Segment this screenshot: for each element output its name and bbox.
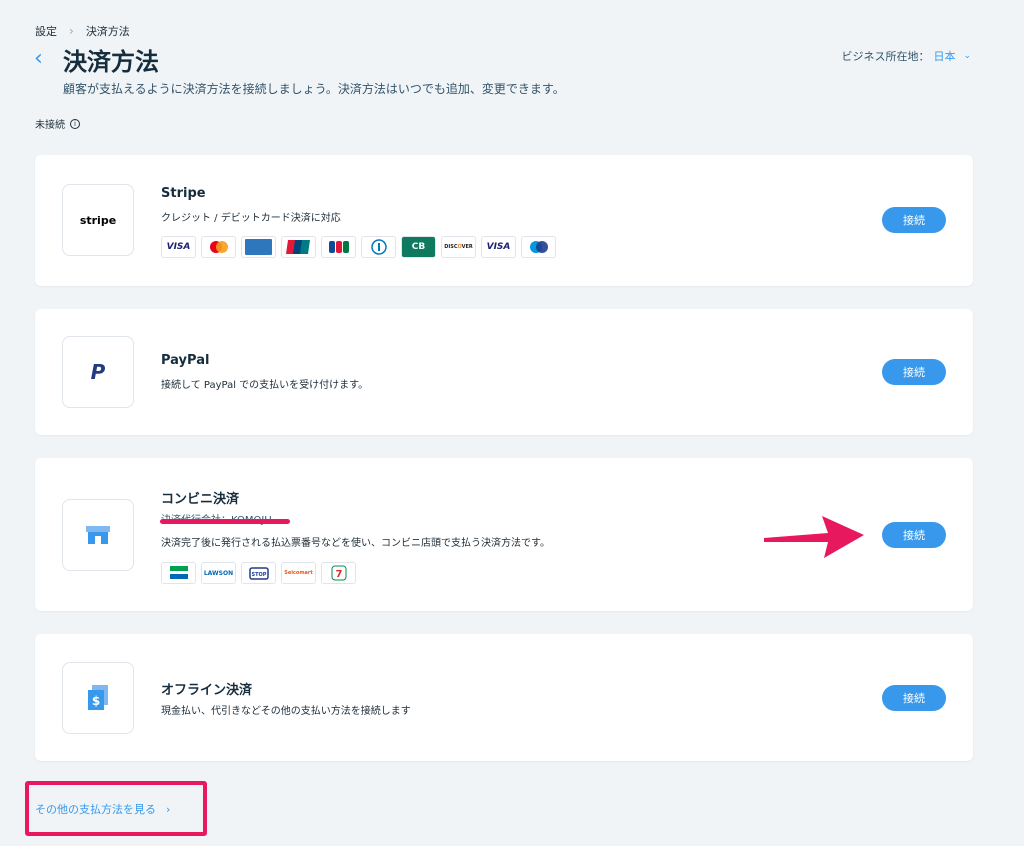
convenience-store-logo xyxy=(62,499,134,571)
provider-description: クレジット / デビットカード決済に対応 xyxy=(161,213,341,224)
connect-button-paypal[interactable]: 接続 xyxy=(882,359,946,385)
store-icon xyxy=(86,526,110,544)
location-label: ビジネス所在地： xyxy=(841,50,930,63)
connect-button-konbini[interactable]: 接続 xyxy=(882,522,946,548)
provider-card-paypal: P PayPal 接続して PayPal での支払いを受け付けます。 接続 xyxy=(35,309,973,435)
connect-button-stripe[interactable]: 接続 xyxy=(882,207,946,233)
mastercard-icon xyxy=(201,236,236,258)
paypal-logo: P xyxy=(62,336,134,408)
provider-card-offline: $ オフライン決済 現金払い、代引きなどその他の支払い方法を接続します 接続 xyxy=(35,634,973,761)
page-subtitle: 顧客が支払えるように決済方法を接続しましょう。決済方法はいつでも追加、変更できま… xyxy=(63,82,565,96)
card-brand-list: VISA CB DISCOVER VISA xyxy=(161,236,556,258)
location-dropdown[interactable]: 日本 xyxy=(933,48,955,64)
see-more-payment-methods-link[interactable]: その他の支払方法を見る › xyxy=(35,801,170,817)
visa-icon: VISA xyxy=(161,236,196,258)
provider-name: PayPal xyxy=(161,353,210,368)
page-title: 決済方法 xyxy=(63,48,159,76)
annotation-underline xyxy=(160,519,290,524)
visa-electron-icon: VISA xyxy=(481,236,516,258)
svg-text:$: $ xyxy=(92,694,100,708)
breadcrumb-settings[interactable]: 設定 xyxy=(35,23,57,39)
chevron-right-icon: › xyxy=(69,24,74,38)
cb-icon: CB xyxy=(401,236,436,258)
amex-icon xyxy=(241,236,276,258)
stripe-logo: stripe xyxy=(62,184,134,256)
provider-description: 現金払い、代引きなどその他の支払い方法を接続します xyxy=(161,706,411,717)
svg-text:STOP: STOP xyxy=(251,572,266,578)
chevron-right-icon: › xyxy=(166,802,171,816)
chevron-down-icon[interactable]: ⌄ xyxy=(963,51,971,61)
provider-name: コンビニ決済 xyxy=(161,492,240,507)
provider-name: オフライン決済 xyxy=(161,683,253,698)
connect-button-offline[interactable]: 接続 xyxy=(882,685,946,711)
provider-card-stripe: stripe Stripe クレジット / デビットカード決済に対応 VISA … xyxy=(35,155,973,286)
breadcrumb: 設定 › 決済方法 xyxy=(35,23,130,39)
jcb-icon xyxy=(321,236,356,258)
svg-text:7: 7 xyxy=(335,569,342,580)
store-brand-list: LAWSON STOP Seicomart 7 xyxy=(161,562,356,584)
provider-description: 接続して PayPal での支払いを受け付けます。 xyxy=(161,380,369,391)
discover-icon: DISCOVER xyxy=(441,236,476,258)
info-icon[interactable]: i xyxy=(70,118,80,129)
provider-name: Stripe xyxy=(161,186,206,201)
diners-club-icon xyxy=(361,236,396,258)
seicomart-icon: Seicomart xyxy=(281,562,316,584)
section-label: 未接続 xyxy=(35,120,65,131)
provider-description: 決済完了後に発行される払込票番号などを使い、コンビニ店頭で支払う決済方法です。 xyxy=(161,538,550,549)
maestro-icon xyxy=(521,236,556,258)
business-location: ビジネス所在地： 日本 ⌄ xyxy=(841,48,971,64)
section-unconnected: 未接続 i xyxy=(35,116,80,131)
ministop-icon: STOP xyxy=(241,562,276,584)
breadcrumb-current: 決済方法 xyxy=(85,25,130,38)
more-link-label[interactable]: その他の支払方法を見る xyxy=(35,801,156,817)
offline-payment-logo: $ xyxy=(62,662,134,734)
lawson-icon: LAWSON xyxy=(201,562,236,584)
seven-eleven-icon: 7 xyxy=(321,562,356,584)
annotation-arrow xyxy=(764,516,864,558)
cash-icon: $ xyxy=(88,685,108,710)
unionpay-icon xyxy=(281,236,316,258)
back-arrow-icon[interactable]: ‹ xyxy=(34,48,43,70)
familymart-icon xyxy=(161,562,196,584)
